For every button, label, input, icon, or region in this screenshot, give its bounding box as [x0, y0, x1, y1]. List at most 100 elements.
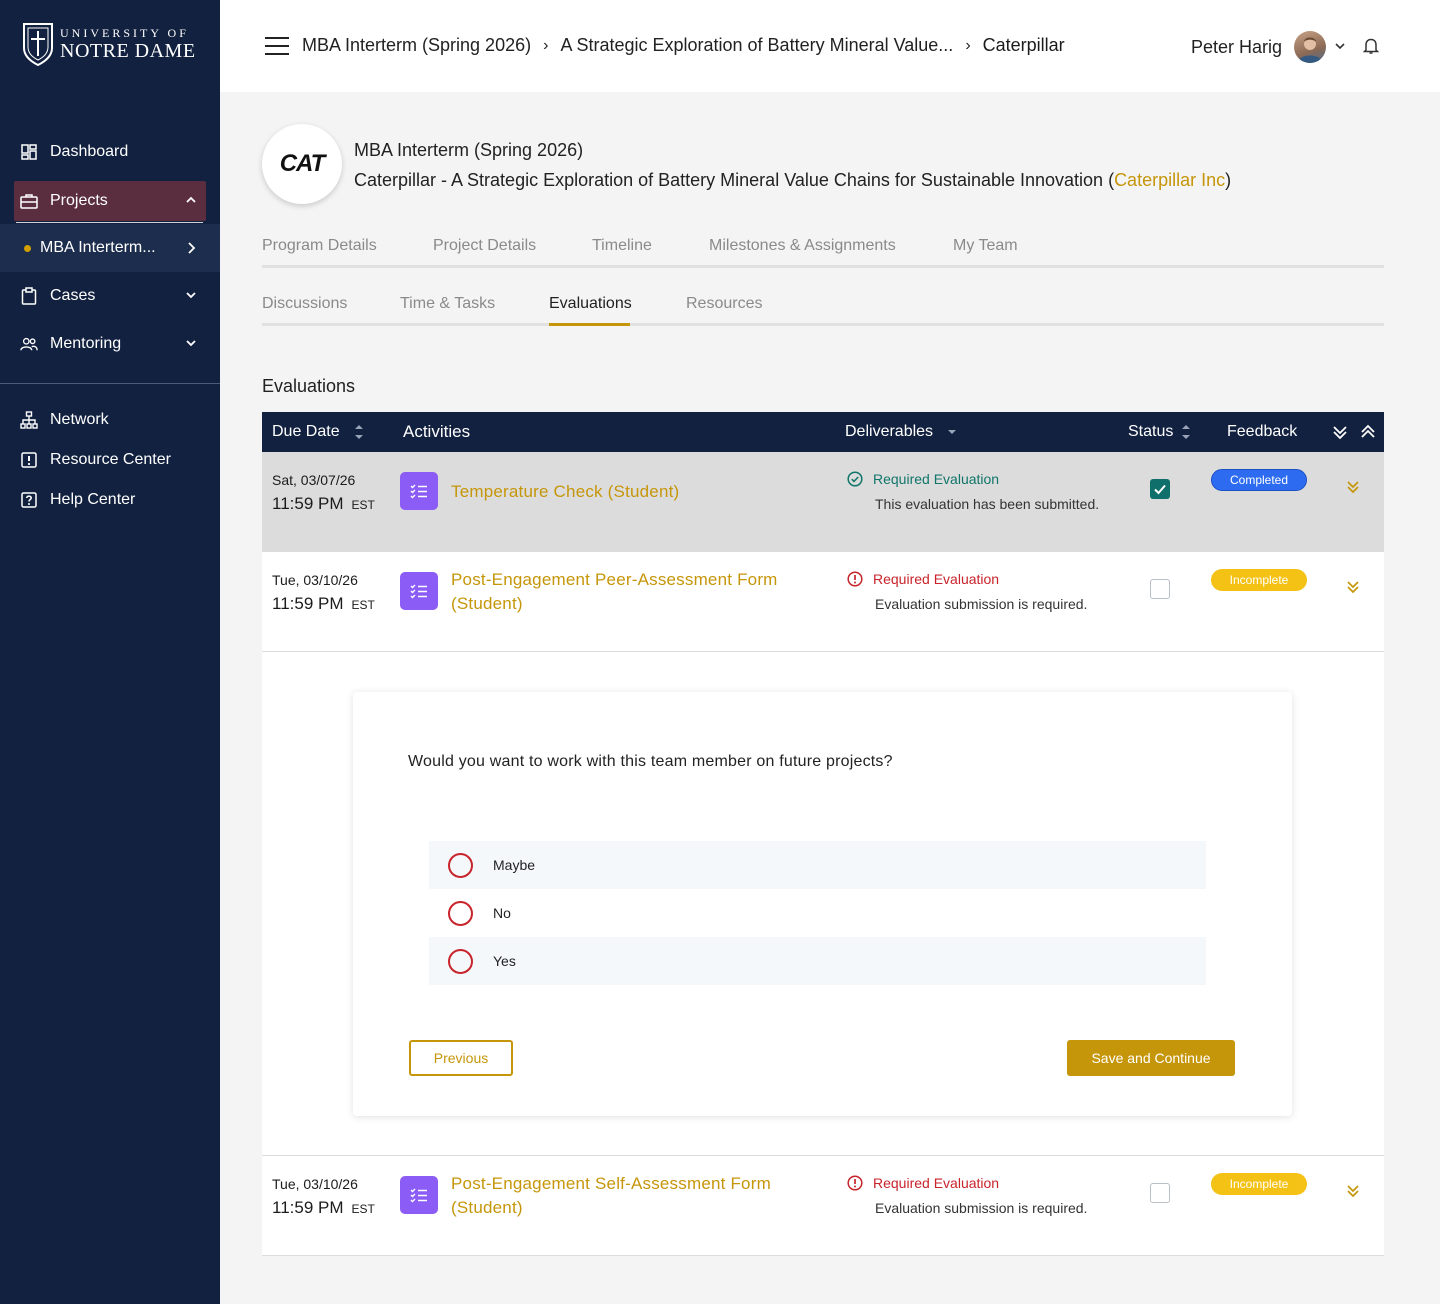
radio-button[interactable] [448, 852, 473, 878]
activity-link[interactable]: Post-Engagement Self-Assessment Form (St… [451, 1172, 771, 1220]
alert-circle-icon [847, 571, 863, 587]
deliverable-subtext: Evaluation submission is required. [875, 596, 1088, 612]
deliverable-title-text: Required Evaluation [873, 1175, 1000, 1191]
option-no[interactable]: No [429, 889, 1206, 937]
column-label: Deliverables [845, 423, 934, 440]
column-deliverables[interactable]: Deliverables [845, 423, 957, 441]
tab-resources[interactable]: Resources [686, 295, 762, 313]
activity-line: Post-Engagement Self-Assessment Form [451, 1174, 771, 1193]
sidebar-item-mentoring[interactable]: Mentoring [0, 324, 220, 364]
project-title: Caterpillar - A Strategic Exploration of… [354, 170, 1231, 191]
expand-all-icon[interactable] [1332, 424, 1348, 440]
save-and-continue-button[interactable]: Save and Continue [1067, 1040, 1235, 1076]
breadcrumb: MBA Interterm (Spring 2026) › A Strategi… [302, 35, 1065, 56]
tab-timeline[interactable]: Timeline [592, 237, 652, 255]
status-badge: Incomplete [1211, 1173, 1307, 1195]
expand-row-icon[interactable] [1345, 1183, 1361, 1199]
breadcrumb-program[interactable]: MBA Interterm (Spring 2026) [302, 35, 531, 56]
logo-line2: NOTRE DAME [60, 40, 196, 62]
tab-evaluations[interactable]: Evaluations [549, 295, 632, 313]
previous-button[interactable]: Previous [409, 1040, 513, 1076]
company-link[interactable]: Caterpillar Inc [1114, 170, 1225, 190]
shield-icon [23, 23, 53, 66]
chevron-right-icon: › [543, 36, 549, 54]
column-label: Activities [403, 422, 471, 441]
collapse-all-icon[interactable] [1360, 424, 1376, 440]
due-date: Sat, 03/07/26 [272, 472, 356, 488]
expand-row-icon[interactable] [1345, 579, 1361, 595]
timezone: EST [351, 598, 375, 612]
expanded-evaluation: Would you want to work with this team me… [262, 652, 1384, 1156]
breadcrumb-project[interactable]: A Strategic Exploration of Battery Miner… [560, 35, 953, 56]
radio-button[interactable] [448, 948, 473, 974]
deliverable-title: Required Evaluation [847, 471, 1099, 487]
checklist-icon [400, 572, 438, 610]
table-row[interactable]: Tue, 03/10/26 11:59 PM EST Post-Engagemen… [262, 1156, 1384, 1256]
sidebar-item-label: Network [50, 411, 109, 428]
divider [16, 222, 203, 223]
option-label: Yes [493, 953, 516, 969]
option-maybe[interactable]: Maybe [429, 841, 1206, 889]
checklist-icon [400, 472, 438, 510]
chevron-right-icon: › [965, 36, 971, 54]
sidebar-item-network[interactable]: Network [0, 400, 220, 440]
dashboard-icon [20, 143, 38, 161]
expand-collapse-controls [1332, 424, 1376, 440]
column-label: Feedback [1227, 423, 1298, 440]
bell-icon[interactable] [1363, 37, 1379, 55]
tab-program-details[interactable]: Program Details [262, 237, 377, 255]
breadcrumb-current: Caterpillar [982, 35, 1065, 55]
people-icon [20, 335, 38, 353]
sidebar-item-help-center[interactable]: Help Center [0, 480, 220, 520]
sidebar-divider [0, 383, 220, 384]
hamburger-menu-icon[interactable] [265, 36, 289, 56]
avatar[interactable] [1294, 31, 1326, 63]
status-checkbox[interactable] [1150, 479, 1170, 499]
column-due-date[interactable]: Due Date [272, 423, 364, 441]
activity-line: (Student) [451, 1198, 523, 1217]
tab-my-team[interactable]: My Team [953, 237, 1018, 255]
due-date: Tue, 03/10/26 [272, 572, 358, 588]
check-circle-icon [847, 471, 863, 487]
sort-icon [1182, 425, 1191, 439]
option-yes[interactable]: Yes [429, 937, 1206, 985]
tab-project-details[interactable]: Project Details [433, 237, 536, 255]
column-status[interactable]: Status [1128, 423, 1191, 441]
deliverable-title-text: Required Evaluation [873, 471, 1000, 487]
deliverable-cell: Required Evaluation Evaluation submissio… [847, 1175, 1087, 1216]
tab-milestones-assignments[interactable]: Milestones & Assignments [709, 237, 896, 255]
sidebar-subitem-label: MBA Interterm... [40, 239, 156, 256]
project-title-text: Caterpillar - A Strategic Exploration of… [354, 170, 1115, 190]
column-feedback: Feedback [1227, 423, 1297, 441]
evaluation-form-card: Would you want to work with this team me… [353, 692, 1292, 1116]
chevron-right-icon [188, 242, 196, 254]
sidebar-item-dashboard[interactable]: Dashboard [0, 132, 220, 172]
sidebar-subitem-mba-interterm[interactable]: MBA Interterm... [0, 224, 220, 272]
tab-discussions[interactable]: Discussions [262, 295, 347, 313]
chevron-up-icon [186, 196, 196, 203]
activity-link[interactable]: Post-Engagement Peer-Assessment Form (St… [451, 568, 778, 616]
activity-link[interactable]: Temperature Check (Student) [451, 480, 679, 504]
sidebar: UNIVERSITY OF NOTRE DAME Dashboard Proje… [0, 0, 220, 1304]
chevron-down-icon[interactable] [1334, 40, 1346, 52]
table-row[interactable]: Sat, 03/07/26 11:59 PM EST Temperature Ch… [262, 452, 1384, 552]
active-dot-icon [24, 244, 31, 252]
timezone: EST [351, 498, 375, 512]
question-text: Would you want to work with this team me… [408, 753, 893, 770]
sidebar-item-projects[interactable]: Projects [14, 181, 206, 221]
table-row[interactable]: Tue, 03/10/26 11:59 PM EST Post-Engagemen… [262, 552, 1384, 652]
radio-button[interactable] [448, 900, 473, 926]
expand-row-icon[interactable] [1345, 479, 1361, 495]
active-tab-indicator [549, 323, 630, 326]
university-logo[interactable]: UNIVERSITY OF NOTRE DAME [22, 22, 196, 66]
column-label: Due Date [272, 423, 340, 440]
status-checkbox[interactable] [1150, 1183, 1170, 1203]
company-logo: CAT [262, 124, 342, 204]
status-checkbox[interactable] [1150, 579, 1170, 599]
sidebar-item-cases[interactable]: Cases [0, 276, 220, 316]
sidebar-item-label: Dashboard [50, 143, 129, 160]
tab-time-tasks[interactable]: Time & Tasks [400, 295, 495, 313]
user-name[interactable]: Peter Harig [1191, 37, 1282, 58]
sidebar-item-resource-center[interactable]: Resource Center [0, 440, 220, 480]
activity-line: (Student) [451, 594, 523, 613]
